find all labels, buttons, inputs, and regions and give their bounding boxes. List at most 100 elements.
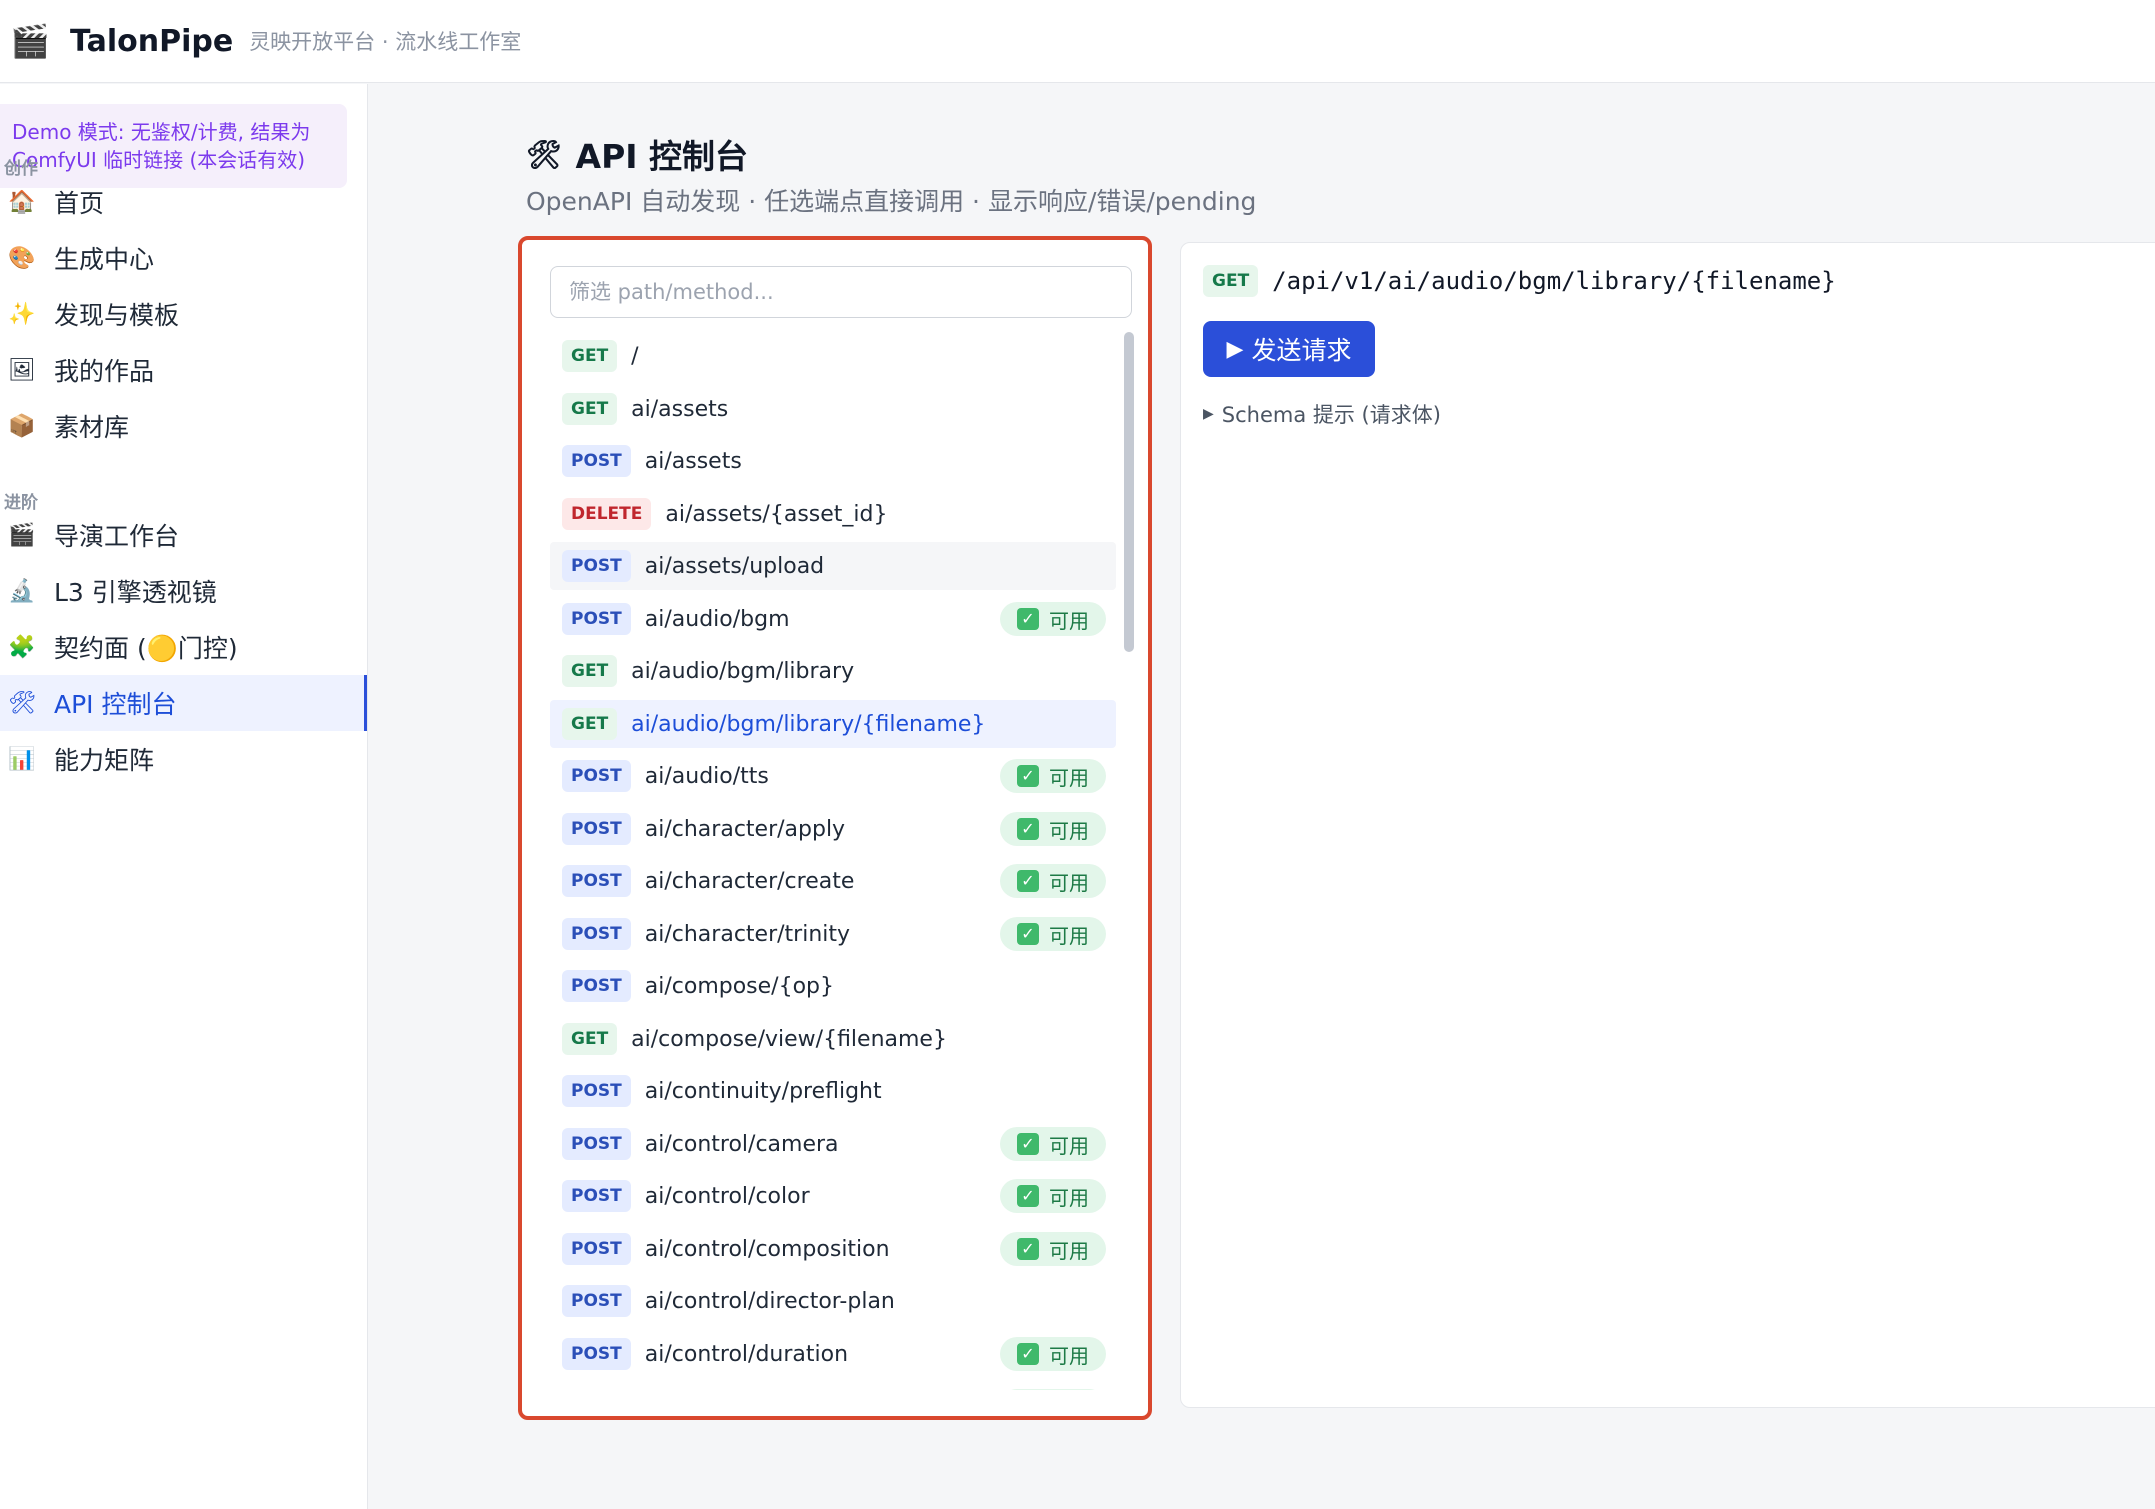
sidebar-item-assets[interactable]: 📦 素材库: [0, 398, 367, 454]
endpoint-row[interactable]: POST ai/character/apply ✓ 可用: [550, 805, 1116, 853]
endpoint-row[interactable]: DELETE ai/assets/{asset_id}: [550, 490, 1116, 538]
method-badge: POST: [562, 1128, 631, 1160]
endpoint-row[interactable]: POST ai/continuity/preflight: [550, 1067, 1116, 1115]
check-icon: ✓: [1017, 608, 1039, 630]
schema-toggle[interactable]: ▶ Schema 提示 (请求体): [1203, 399, 1441, 429]
sidebar-item-home[interactable]: 🏠 首页: [0, 174, 367, 230]
endpoint-path: ai/audio/tts: [644, 763, 769, 789]
method-badge: POST: [562, 550, 631, 582]
endpoint-row[interactable]: POST ai/control/color ✓ 可用: [550, 1172, 1116, 1220]
scrollbar-thumb[interactable]: [1124, 332, 1134, 652]
method-badge: GET: [562, 708, 618, 740]
sidebar-item-discover[interactable]: ✨ 发现与模板: [0, 286, 367, 342]
method-badge: GET: [562, 655, 618, 687]
endpoint-path: ai/assets/upload: [644, 553, 825, 579]
sparkles-icon: ✨: [8, 301, 36, 327]
endpoint-row[interactable]: POST ai/control/composition ✓ 可用: [550, 1225, 1116, 1273]
endpoint-path: ai/continuity/preflight: [644, 1078, 882, 1104]
endpoint-path: ai/compose/{op}: [644, 973, 835, 999]
send-request-label: 发送请求: [1251, 337, 1352, 365]
available-label: 可用: [1049, 1238, 1089, 1263]
endpoint-list-panel: GET/GETai/assetsPOSTai/assetsDELETEai/as…: [518, 236, 1152, 1420]
method-badge: GET: [1203, 265, 1259, 297]
endpoint-row[interactable]: POST ai/control/camera ✓ 可用: [550, 1120, 1116, 1168]
clapper-icon: 🎬: [8, 522, 36, 548]
available-label: 可用: [1049, 818, 1089, 843]
endpoint-list: GET / GET ai/assets POST ai/assets DELETE ai/as…: [550, 332, 1118, 1390]
endpoint-path: ai/character/create: [644, 868, 855, 894]
play-icon: ▶: [1226, 336, 1244, 361]
endpoint-row[interactable]: GET ai/audio/bgm/library/{filename}: [550, 700, 1116, 748]
available-badge: ✓ 可用: [1000, 1337, 1106, 1371]
endpoint-row[interactable]: GET ai/audio/bgm/library: [550, 647, 1116, 695]
endpoint-row[interactable]: POST ai/compose/{op}: [550, 962, 1116, 1010]
endpoint-path: ai/control/camera: [644, 1131, 839, 1157]
endpoint-row[interactable]: POST ai/audio/bgm ✓ 可用: [550, 595, 1116, 643]
schema-label: Schema 提示 (请求体): [1221, 403, 1441, 427]
available-label: 可用: [1049, 765, 1089, 790]
sidebar-item-capability[interactable]: 📊 能力矩阵: [0, 731, 367, 787]
sidebar-item-label: 发现与模板: [54, 301, 180, 330]
endpoint-path: ai/assets: [631, 396, 729, 422]
available-badge: ✓ 可用: [1000, 1179, 1106, 1213]
endpoint-row[interactable]: GET ai/assets: [550, 385, 1116, 433]
available-badge: ✓ 可用: [1000, 759, 1106, 793]
method-badge: POST: [562, 1338, 631, 1370]
sidebar-item-l3-engine[interactable]: 🔬 L3 引擎透视镜: [0, 563, 367, 619]
sidebar-item-director[interactable]: 🎬 导演工作台: [0, 507, 367, 563]
check-icon: ✓: [1017, 923, 1039, 945]
method-badge: POST: [562, 603, 631, 635]
send-request-button[interactable]: ▶ 发送请求: [1203, 321, 1375, 377]
available-label: 可用: [1049, 923, 1089, 948]
available-label: 可用: [1049, 1343, 1089, 1368]
endpoint-path: ai/assets: [644, 448, 742, 474]
method-badge: POST: [562, 813, 631, 845]
palette-icon: 🎨: [8, 245, 36, 271]
sidebar-item-label: 导演工作台: [54, 522, 180, 551]
method-badge: GET: [562, 1023, 618, 1055]
endpoint-row[interactable]: POST ai/character/trinity ✓ 可用: [550, 910, 1116, 958]
available-badge: ✓可用: [1000, 1127, 1106, 1161]
endpoint-row[interactable]: POST ai/character/create ✓ 可用: [550, 857, 1116, 905]
check-icon: ✓: [1017, 1343, 1039, 1365]
bar-chart-icon: 📊: [8, 746, 36, 772]
request-endpoint: GET /api/v1/ai/audio/bgm/library/{filena…: [1203, 265, 1836, 297]
triangle-right-icon: ▶: [1203, 406, 1214, 422]
sidebar-item-label: 首页: [54, 189, 105, 218]
scrollbar[interactable]: [1122, 332, 1134, 1390]
method-badge: POST: [562, 445, 631, 477]
endpoint-row[interactable]: GET ai/compose/view/{filename}: [550, 1015, 1116, 1063]
method-badge: POST: [562, 865, 631, 897]
available-badge: ✓ 可用: [1000, 917, 1106, 951]
method-badge: POST: [562, 1233, 631, 1265]
filter-input[interactable]: [550, 266, 1132, 318]
sidebar-item-contract[interactable]: 🧩 契约面 (🟡门控): [0, 619, 367, 675]
method-badge: POST: [562, 1285, 631, 1317]
available-badge: ✓可用: [1000, 1389, 1106, 1390]
check-icon: ✓: [1017, 1185, 1039, 1207]
check-icon: ✓: [1017, 870, 1039, 892]
method-badge: GET: [562, 340, 618, 372]
check-icon: ✓: [1017, 765, 1039, 787]
endpoint-row[interactable]: POST ai/control/director-plan: [550, 1277, 1116, 1325]
page-title-text: API 控制台: [575, 137, 749, 176]
endpoint-path: /: [631, 343, 639, 369]
endpoint-row[interactable]: POST✓可用: [550, 1382, 1116, 1390]
endpoint-row[interactable]: GET /: [550, 332, 1116, 380]
endpoint-path: ai/character/trinity: [644, 921, 851, 947]
endpoint-row[interactable]: POST ai/assets: [550, 437, 1116, 485]
endpoint-row[interactable]: POST ai/control/duration ✓ 可用: [550, 1330, 1116, 1378]
endpoint-row[interactable]: POST ai/assets/upload: [550, 542, 1116, 590]
check-icon: ✓: [1017, 1238, 1039, 1260]
method-badge: POST: [562, 970, 631, 1002]
method-badge: POST: [562, 918, 631, 950]
available-badge: ✓可用: [1000, 864, 1106, 898]
endpoint-path: ai/assets/{asset_id}: [665, 501, 888, 527]
sidebar-item-label: 素材库: [54, 413, 130, 442]
method-badge: POST: [562, 1180, 631, 1212]
sidebar-item-generate[interactable]: 🎨 生成中心: [0, 230, 367, 286]
sidebar-item-api-console[interactable]: 🛠 API 控制台: [0, 675, 367, 731]
endpoint-row[interactable]: POST ai/audio/tts ✓ 可用: [550, 752, 1116, 800]
available-label: 可用: [1049, 1185, 1089, 1210]
sidebar-item-my-works[interactable]: 🖼 我的作品: [0, 342, 367, 398]
